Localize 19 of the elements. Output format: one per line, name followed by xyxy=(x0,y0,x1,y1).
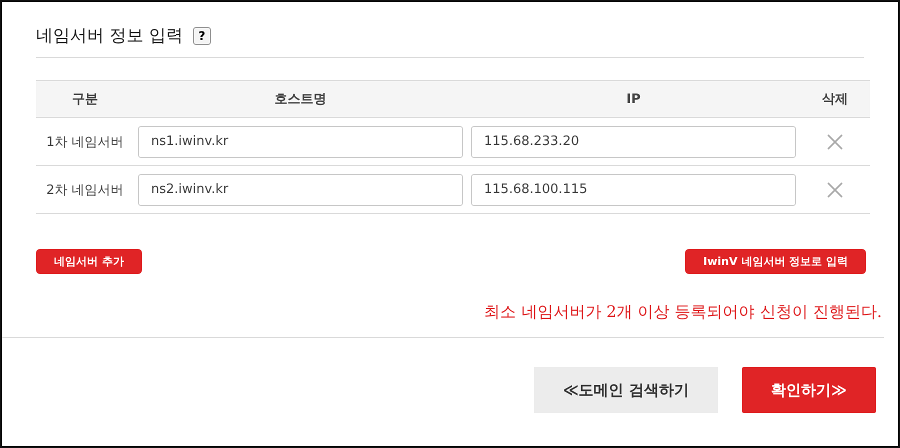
ip-field[interactable]: 115.68.233.20 xyxy=(471,126,796,158)
confirm-button[interactable]: 확인하기≫ xyxy=(742,367,876,413)
row-label: 2차 네임서버 xyxy=(36,166,134,214)
column-header: IP xyxy=(467,80,800,118)
column-header: 구분 xyxy=(36,80,134,118)
close-icon[interactable] xyxy=(827,182,843,198)
close-icon[interactable] xyxy=(827,134,843,150)
notice-text: 최소 네임서버가 2개 이상 등록되어야 신청이 진행된다. xyxy=(484,302,882,323)
row-label: 1차 네임서버 xyxy=(36,118,134,166)
help-button[interactable]: ? xyxy=(192,26,211,44)
iwinv-fill-button[interactable]: IwinV 네임서버 정보로 입력 xyxy=(685,249,866,274)
section-title: 네임서버 정보 입력 xyxy=(36,25,183,47)
hostname-field[interactable]: ns1.iwinv.kr xyxy=(138,126,463,158)
back-button[interactable]: ≪도메인 검색하기 xyxy=(534,367,718,413)
column-header: 삭제 xyxy=(800,80,870,118)
add-nameserver-button[interactable]: 네임서버 추가 xyxy=(36,249,142,274)
hostname-field[interactable]: ns2.iwinv.kr xyxy=(138,174,463,206)
ip-field[interactable]: 115.68.100.115 xyxy=(471,174,796,206)
column-header: 호스트명 xyxy=(134,80,467,118)
